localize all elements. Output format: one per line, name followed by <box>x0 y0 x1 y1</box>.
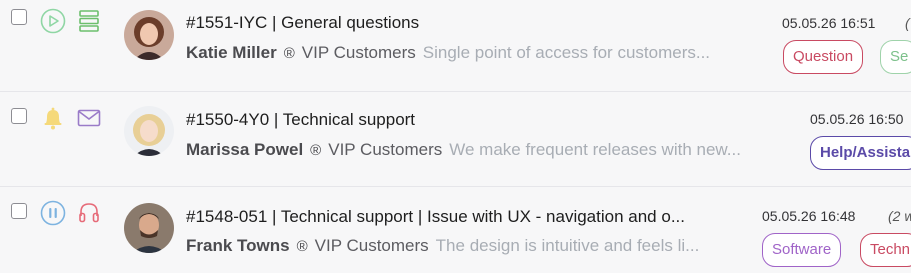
tag-software[interactable]: Software <box>762 233 842 267</box>
tag-help-assistance[interactable]: Help/Assista <box>810 136 911 170</box>
ticket-date: 05.05.26 16:50 <box>810 111 904 127</box>
registered-mark: ® <box>283 45 295 62</box>
registered-mark: ® <box>310 142 322 159</box>
ticket-title[interactable]: #1551-IYC | General questions <box>186 13 419 33</box>
customer-group: VIP Customers <box>328 140 443 159</box>
customer-group: VIP Customers <box>314 236 429 255</box>
customer-name[interactable]: Katie Miller <box>186 43 277 63</box>
message-preview: The design is intuitive and feels li... <box>435 236 700 255</box>
row-checkbox[interactable] <box>11 108 27 124</box>
play-icon[interactable] <box>40 8 66 34</box>
ticket-row[interactable]: #1551-IYC | General questions Katie Mill… <box>0 0 911 92</box>
avatar <box>124 203 174 253</box>
tag-question[interactable]: Question <box>783 40 864 74</box>
ticket-date: 05.05.26 16:51 <box>782 15 876 31</box>
customer-name[interactable]: Frank Towns <box>186 236 290 256</box>
row-checkbox[interactable] <box>11 203 27 219</box>
mail-icon[interactable] <box>77 109 101 127</box>
bell-icon <box>42 106 64 130</box>
ticket-title[interactable]: #1548-051 | Technical support | Issue wi… <box>186 207 685 227</box>
ticket-age: (2 w <box>888 208 911 224</box>
server-icon <box>78 9 100 33</box>
tag-service[interactable]: Se <box>880 40 911 74</box>
customer-group: VIP Customers <box>301 43 416 62</box>
ticket-row[interactable]: #1548-051 | Technical support | Issue wi… <box>0 187 911 273</box>
customer-name[interactable]: Marissa Powel <box>186 140 303 160</box>
registered-mark: ® <box>296 238 308 255</box>
avatar <box>124 10 174 60</box>
tag-technical[interactable]: Techn <box>860 233 911 267</box>
ticket-date: 05.05.26 16:48 <box>762 208 856 224</box>
message-preview: Single point of access for customers... <box>422 43 711 62</box>
pause-icon[interactable] <box>40 200 66 226</box>
ticket-title[interactable]: #1550-4Y0 | Technical support <box>186 110 415 130</box>
message-preview: We make frequent releases with new... <box>449 140 741 159</box>
headset-icon <box>78 201 100 225</box>
ticket-row[interactable]: #1550-4Y0 | Technical support Marissa Po… <box>0 92 911 187</box>
ticket-age: ( <box>905 15 910 31</box>
row-checkbox[interactable] <box>11 9 27 25</box>
avatar <box>124 106 174 156</box>
